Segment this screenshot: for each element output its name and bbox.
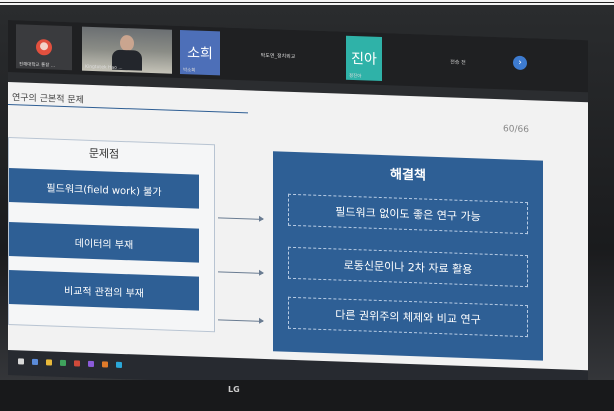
monitor-screen: 진해대학교 통장 ... Kingtotek Hao ... 소희 박소희 박도… — [8, 20, 588, 396]
participant-tile-4[interactable]: 박도연_정치외교 — [233, 32, 323, 79]
app-icon[interactable] — [102, 361, 108, 368]
participant-name: 진해대학교 통장 ... — [19, 62, 56, 69]
slide-page-number: 60/66 — [503, 124, 529, 136]
title-divider — [8, 104, 248, 114]
slide-title: 연구의 근본적 문제 — [12, 93, 84, 106]
participant-name: 박도연_정치외교 — [260, 52, 296, 60]
chevron-right-icon: › — [518, 57, 522, 68]
participant-tile-5[interactable]: 진아 정진아 — [346, 35, 382, 82]
participant-initials: 진아 — [351, 50, 377, 68]
participant-initials: 소희 — [187, 45, 213, 63]
solution-item: 필드워크 없이도 좋은 연구 가능 — [288, 193, 528, 235]
participant-tile-1[interactable]: 진해대학교 통장 ... — [16, 24, 72, 71]
participant-name: 전승 전 — [450, 58, 466, 66]
app-icon[interactable] — [74, 360, 80, 367]
participant-tile-3[interactable]: 소희 박소희 — [180, 30, 220, 76]
brand-logo: LG — [228, 385, 240, 394]
arrow-connector — [218, 271, 263, 274]
problem-item: 필드워크(field work) 불가 — [9, 168, 199, 209]
participant-tile-2[interactable]: Kingtotek Hao ... — [82, 26, 172, 74]
problems-heading: 문제점 — [88, 146, 120, 161]
app-icon[interactable] — [88, 360, 94, 368]
participant-name: 박소희 — [183, 68, 196, 74]
participant-tile-6[interactable]: 전승 전 — [428, 39, 488, 85]
solution-item: 다른 권위주의 체제와 비교 연구 — [288, 296, 528, 338]
arrow-connector — [218, 319, 263, 322]
app-icon[interactable] — [60, 359, 66, 367]
problem-item: 데이터의 부재 — [9, 222, 199, 263]
problem-item: 비교적 관점의 부재 — [9, 270, 199, 311]
next-page-button[interactable]: › — [513, 55, 527, 71]
solutions-heading: 해결책 — [390, 167, 426, 184]
shared-slide: 연구의 근본적 문제 60/66 문제점 필드워크(field work) 불가… — [8, 82, 588, 393]
app-icon[interactable] — [116, 361, 122, 368]
arrow-connector — [218, 217, 263, 220]
participant-name: 정진아 — [349, 73, 362, 80]
start-icon[interactable] — [18, 358, 24, 365]
folder-icon[interactable] — [46, 359, 52, 366]
problems-panel: 문제점 필드워크(field work) 불가 데이터의 부재 비교적 관점의 … — [8, 137, 215, 333]
avatar — [36, 38, 52, 56]
solutions-panel: 해결책 필드워크 없이도 좋은 연구 가능 로동신문이나 2차 자료 활용 다른… — [273, 151, 543, 361]
solution-item: 로동신문이나 2차 자료 활용 — [288, 246, 528, 288]
monitor-stand-area — [0, 380, 614, 411]
app-icon[interactable] — [32, 358, 38, 366]
